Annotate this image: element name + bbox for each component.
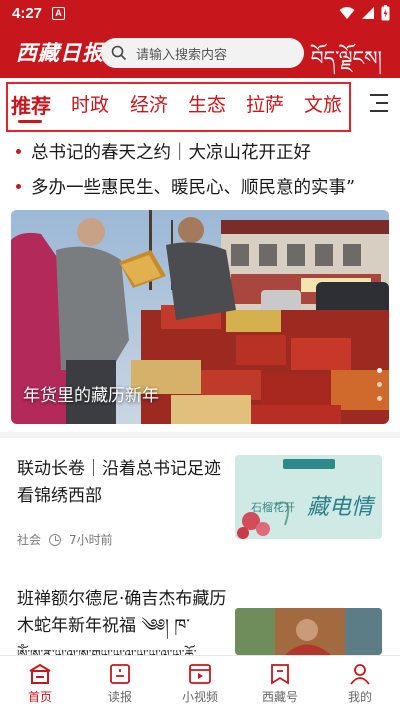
tab-lhasa[interactable]: 拉萨 <box>246 90 284 117</box>
bullet-dot <box>16 149 21 154</box>
clock-icon <box>49 533 62 546</box>
wifi-icon <box>339 7 355 19</box>
hero-carousel[interactable]: 年货里的藏历新年 <box>11 210 389 424</box>
notification-icon: A <box>52 7 65 20</box>
headline-item[interactable]: 多办一些惠民生、暖民心、顺民意的实事” <box>16 174 396 199</box>
status-bar: 4:27 A <box>0 0 400 28</box>
article-meta: 社会 7小时前 <box>17 531 113 548</box>
article-thumbnail[interactable] <box>235 608 382 655</box>
article-thumbnail[interactable]: 石榴花开 藏电情 <box>235 455 382 539</box>
carousel-dot[interactable] <box>377 368 382 373</box>
headline-text: 总书记的春天之约｜大凉山花开正好 <box>31 143 311 163</box>
tab-economy[interactable]: 经济 <box>130 90 168 117</box>
tab-politics[interactable]: 时政 <box>71 90 109 117</box>
nav-label: 西藏号 <box>261 690 298 704</box>
section-divider <box>0 432 400 438</box>
nav-label: 读报 <box>107 690 132 704</box>
nav-label: 我的 <box>347 690 372 704</box>
headline-item[interactable]: 总书记的春天之约｜大凉山花开正好 <box>16 139 396 164</box>
article-category: 社会 <box>17 533 42 547</box>
nav-label: 首页 <box>27 690 52 704</box>
tab-ecology[interactable]: 生态 <box>188 90 226 117</box>
nav-tibet-account[interactable]: 西藏号 <box>240 662 320 705</box>
article-time: 7小时前 <box>69 533 113 547</box>
thumbnail-text: 藏电情 <box>307 495 374 520</box>
nav-short-video[interactable]: 小视频 <box>160 662 240 705</box>
active-tab-indicator <box>18 120 42 123</box>
article-title-line3: ༀ་ཨ་ན་ཡ་ལ་ཨ་གཡ་ཡ་ལ་ཡ་ཡཱ་ལ་ཡ་ཆོ་ <box>17 648 197 656</box>
tab-recommend[interactable]: 推荐 <box>11 90 51 119</box>
app-header: 西藏日报 请输入搜索内容 བོད་ལྗོངས། <box>0 28 400 78</box>
menu-icon[interactable] <box>370 94 388 118</box>
search-bar[interactable]: 请输入搜索内容 <box>101 38 304 68</box>
search-placeholder[interactable]: 请输入搜索内容 <box>136 44 227 63</box>
top-bar: 4:27 A 西藏日报 请输入搜索内容 བོད་ལྗོངས། <box>0 0 400 78</box>
hero-caption: 年货里的藏历新年 <box>23 386 159 406</box>
battery-icon <box>381 5 390 21</box>
nav-read-paper[interactable]: 读报 <box>80 662 160 705</box>
thumbnail-subtext: 石榴花开 <box>251 501 295 514</box>
tabs-highlight-box <box>6 82 351 132</box>
carousel-dot[interactable] <box>377 396 382 401</box>
newspaper-icon <box>110 664 130 684</box>
status-time: 4:27 <box>12 5 43 22</box>
nav-home[interactable]: 首页 <box>0 662 80 705</box>
home-icon <box>29 663 51 684</box>
signal-icon <box>362 7 374 19</box>
thumbnail-image <box>235 608 382 655</box>
article-title[interactable]: 联动长卷｜沿着总书记足迹 看锦绣西部 <box>17 456 227 510</box>
carousel-indicator <box>377 368 383 410</box>
nav-profile[interactable]: 我的 <box>320 662 400 705</box>
bookmark-icon <box>271 664 289 685</box>
video-icon <box>189 664 211 684</box>
profile-icon <box>350 664 370 685</box>
tab-culture-travel[interactable]: 文旅 <box>304 90 342 117</box>
app-logo[interactable]: 西藏日报 <box>16 37 104 67</box>
bottom-navigation: 首页 读报 小视频 西藏号 我的 <box>0 655 400 712</box>
article-title[interactable]: 班禅额尔德尼·确吉杰布藏历木蛇年新年祝福 ༄༅། ཁ་ <box>17 586 227 640</box>
category-tabs: 推荐 时政 经济 生态 拉萨 文旅 <box>0 80 400 132</box>
headline-text: 多办一些惠民生、暖民心、顺民意的实事” <box>31 178 355 198</box>
search-icon <box>111 45 127 61</box>
bullet-dot <box>16 184 21 189</box>
carousel-dot[interactable] <box>377 382 382 387</box>
nav-label: 小视频 <box>181 690 218 704</box>
